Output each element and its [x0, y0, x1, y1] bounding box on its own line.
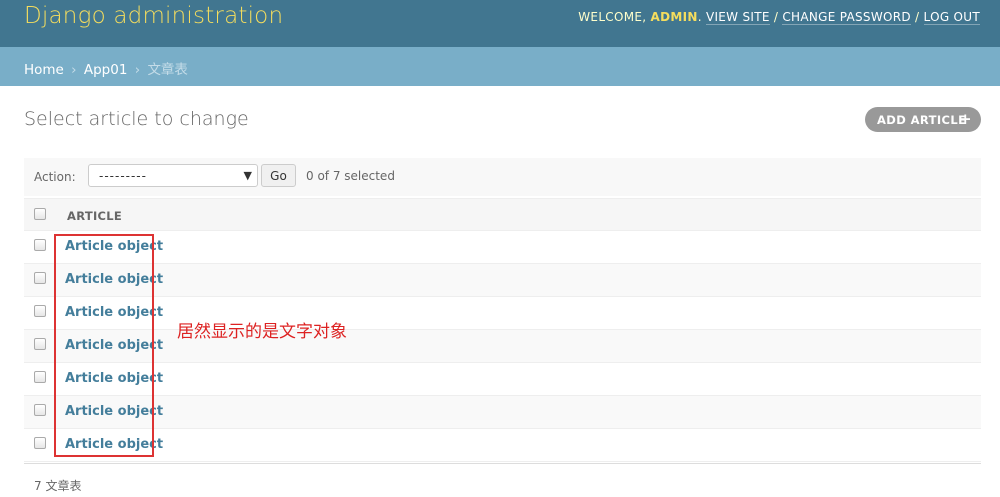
divider [24, 463, 981, 464]
row-checkbox[interactable] [34, 437, 46, 449]
add-article-label: ADD ARTICLE [877, 113, 967, 127]
page-title: Select article to change [24, 108, 249, 130]
user-tools-separator: / [773, 10, 779, 24]
action-label: Action: [34, 170, 76, 184]
breadcrumb-current: 文章表 [147, 62, 188, 78]
table-row: Article object [24, 396, 981, 429]
change-password-link[interactable]: CHANGE PASSWORD [782, 10, 911, 25]
table-row: Article object [24, 297, 981, 330]
row-checkbox[interactable] [34, 404, 46, 416]
select-all-checkbox[interactable] [34, 208, 46, 220]
table-row: Article object [24, 429, 981, 462]
site-branding[interactable]: Django administration [24, 3, 283, 29]
annotation-highlight-box [54, 234, 154, 457]
paginator: 7 文章表 [34, 479, 82, 493]
add-article-button[interactable]: ADD ARTICLE + [865, 107, 981, 132]
table-row: Article object [24, 363, 981, 396]
selection-counter: 0 of 7 selected [306, 169, 395, 183]
breadcrumb-app[interactable]: App01 [84, 62, 128, 78]
go-button[interactable]: Go [261, 164, 296, 187]
action-select-value: --------- [99, 169, 147, 183]
breadcrumb: Home › App01 › 文章表 [0, 47, 1000, 86]
actions-bar: Action: --------- ▼ Go 0 of 7 selected [24, 158, 981, 196]
user-tools: WELCOME, ADMIN. VIEW SITE / CHANGE PASSW… [578, 10, 980, 25]
plus-icon: + [959, 110, 972, 128]
row-checkbox[interactable] [34, 239, 46, 251]
header: Django administration WELCOME, ADMIN. VI… [0, 0, 1000, 47]
breadcrumb-home[interactable]: Home [24, 62, 64, 78]
chevron-down-icon: ▼ [243, 169, 252, 182]
row-checkbox[interactable] [34, 305, 46, 317]
annotation-text: 居然显示的是文字对象 [177, 322, 347, 342]
user-tools-separator: / [915, 10, 920, 24]
action-select[interactable]: --------- ▼ [88, 164, 258, 187]
welcome-period: . [697, 10, 702, 24]
column-header-article[interactable]: ARTICLE [67, 209, 122, 223]
row-checkbox[interactable] [34, 272, 46, 284]
row-checkbox[interactable] [34, 371, 46, 383]
breadcrumb-separator: › [134, 62, 141, 78]
username: ADMIN [650, 10, 698, 24]
row-checkbox[interactable] [34, 338, 46, 350]
welcome-text: WELCOME, [578, 10, 647, 24]
table-header: ARTICLE [24, 198, 981, 231]
table-row: Article object [24, 231, 981, 264]
view-site-link[interactable]: VIEW SITE [705, 10, 770, 25]
log-out-link[interactable]: LOG OUT [923, 10, 980, 25]
breadcrumb-separator: › [71, 62, 77, 78]
table-row: Article object [24, 264, 981, 297]
table-row: Article object [24, 330, 981, 363]
